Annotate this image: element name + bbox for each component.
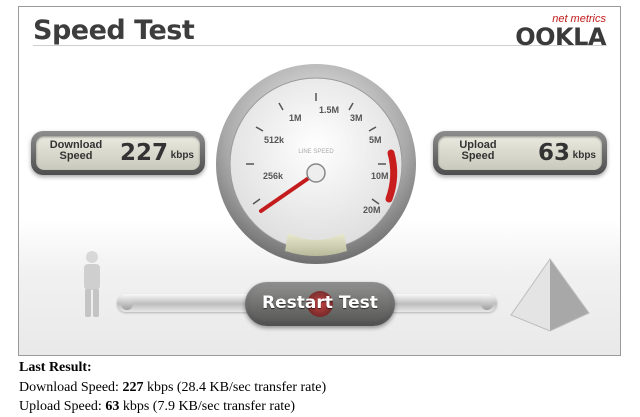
download-speed-display: Download Speed 227 kbps [36, 136, 200, 170]
upload-speed-display: Upload Speed 63 kbps [438, 136, 602, 170]
gauge-hub [306, 163, 326, 183]
upload-speed-unit: kbps [572, 150, 596, 161]
download-result-label: Download Speed: [19, 379, 119, 395]
download-speed-panel: Download Speed 227 kbps [31, 131, 205, 175]
gauge-tick-label: 10M [371, 171, 389, 181]
upload-speed-panel: Upload Speed 63 kbps [433, 131, 607, 175]
server-pyramid-icon [510, 258, 590, 332]
logo-wordmark: OOKLA [515, 23, 606, 51]
track-right-cap [481, 296, 493, 310]
page-title: Speed Test [33, 15, 195, 46]
download-speed-unit: kbps [170, 150, 194, 161]
gauge-tick-label: 20M [363, 205, 381, 215]
last-result-summary: Last Result: Download Speed: 227 kbps (2… [19, 358, 326, 417]
gauge-tick-label: 5M [369, 135, 382, 145]
restart-test-label: Restart Test [262, 293, 378, 313]
upload-result-detail: kbps (7.9 KB/sec transfer rate) [122, 399, 296, 414]
restart-button-face: Restart Test [250, 287, 390, 321]
gauge-tick-label: 1M [289, 113, 302, 123]
upload-result-line: Upload Speed: 63 kbps (7.9 KB/sec transf… [19, 397, 326, 417]
upload-result-value: 63 [105, 399, 120, 414]
person-icon [84, 251, 100, 317]
download-result-line: Download Speed: 227 kbps (28.4 KB/sec tr… [19, 378, 326, 398]
download-label-line2: Speed [59, 150, 93, 162]
gauge-tick-label: 512k [264, 135, 285, 145]
ookla-logo: net metrics OOKLA [515, 13, 606, 51]
speed-gauge: 256k 512k 1M 1.5M 3M 5M 10M 20M LINE SPE… [216, 64, 416, 264]
gauge-tick-label: 256k [263, 171, 284, 181]
download-speed-value: 227 [119, 140, 168, 166]
download-speed-label: Download Speed [46, 140, 106, 162]
download-result-detail: kbps (28.4 KB/sec transfer rate) [146, 379, 327, 395]
download-result-value: 227 [122, 379, 144, 395]
upload-speed-label: Upload Speed [448, 140, 508, 162]
track-left-cap [121, 296, 133, 310]
upload-result-label: Upload Speed: [19, 399, 102, 414]
restart-test-button[interactable]: Restart Test [245, 282, 395, 326]
gauge-tick-label: 1.5M [319, 105, 339, 115]
speed-test-widget: Speed Test net metrics OOKLA Download Sp… [18, 6, 621, 356]
last-result-heading: Last Result: [19, 360, 92, 375]
gauge-caption: LINE SPEED [298, 149, 334, 155]
upload-speed-value: 63 [537, 140, 570, 166]
gauge-tick-label: 3M [350, 113, 363, 123]
upload-label-line2: Speed [461, 150, 495, 162]
